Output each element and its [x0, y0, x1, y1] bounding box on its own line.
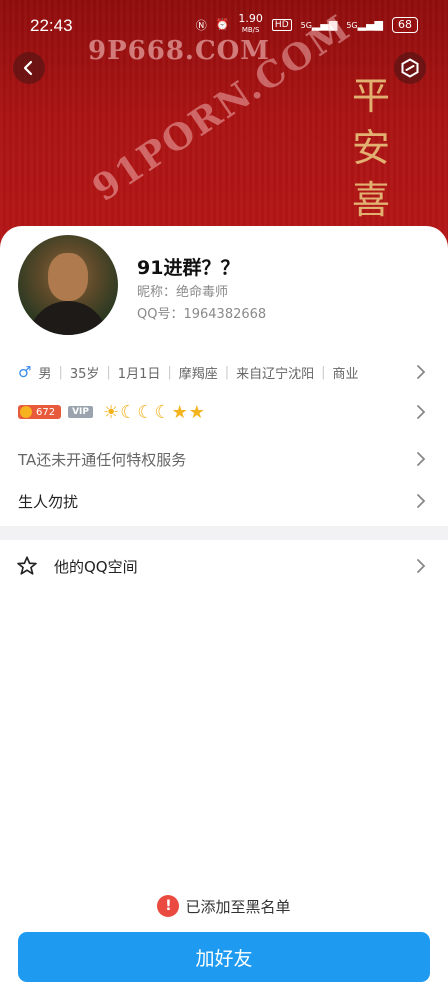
calligraphy-text: 平 安 喜 [352, 70, 396, 226]
separator: | [167, 364, 172, 380]
nfc-icon: Ⓝ [195, 18, 207, 32]
separator: | [224, 364, 230, 380]
more-button[interactable] [394, 52, 426, 84]
qq-value: 1964382668 [183, 307, 267, 322]
signal-icon-2: 5G▂▄▆ [346, 18, 383, 31]
avatar[interactable] [18, 235, 118, 335]
qzone-row[interactable]: 他的QQ空间 [0, 553, 448, 579]
chevron-right-icon [417, 494, 426, 508]
chevron-right-icon [417, 405, 426, 419]
calligraphy-char: 安 [352, 126, 391, 170]
network-speed-value: 1.90 [238, 12, 263, 25]
star-level-icon: ★ [171, 401, 188, 423]
status-time: 22:43 [30, 16, 73, 35]
network-speed-unit: MB/S [241, 26, 260, 34]
nickname-label: 昵称： [137, 285, 177, 300]
alarm-icon: ⏰ [215, 18, 230, 31]
separator: | [321, 364, 326, 380]
coin-count: 672 [36, 406, 56, 418]
profile-qq-number: QQ号：1964382668 [137, 303, 266, 322]
male-icon: ♂ [18, 363, 32, 381]
nickname-value: 绝命毒师 [176, 285, 229, 300]
coin-icon [20, 406, 32, 418]
qzone-label: 他的QQ空间 [54, 557, 138, 576]
chevron-right-icon [417, 559, 426, 573]
basic-info-row[interactable]: ♂ 男 | 35岁 | 1月1日 | 摩羯座 | 来自辽宁沈阳 | 商业 [0, 360, 448, 384]
moon-level-icon: ☾ [137, 401, 154, 423]
hd-badge: HD [271, 18, 292, 31]
hometown-value: 来自辽宁沈阳 [236, 366, 315, 382]
calligraphy-char: 平 [352, 74, 391, 118]
profile-name: 91进群？？ [137, 257, 240, 279]
level-badges-row[interactable]: 672 VIP ☀ ☾ ☾ ☾ ★ ★ [0, 399, 448, 425]
star-level-icon: ★ [188, 401, 205, 423]
vip-badge: VIP [68, 406, 94, 418]
avatar-coat [28, 301, 108, 335]
avatar-face [48, 253, 88, 301]
moon-level-icon: ☾ [120, 401, 137, 423]
profile-card: 91进群？？ 昵称：绝命毒师 QQ号：1964382668 ♂ 男 | 35岁 … [0, 226, 448, 1000]
age-value: 35岁 [69, 366, 100, 382]
status-bar: 22:43 Ⓝ ⏰ 1.90 MB/S HD 5G▂▄▆ 5G▂▄▆ 68 [0, 0, 448, 52]
privilege-text: TA还未开通任何特权服务 [18, 450, 187, 469]
chevron-right-icon [417, 452, 426, 466]
moon-level-icon: ☾ [154, 401, 171, 423]
back-button[interactable] [13, 52, 45, 84]
zodiac-value: 摩羯座 [178, 366, 218, 382]
sun-level-icon: ☀ [103, 401, 120, 423]
warning-icon: ! [157, 895, 180, 917]
blacklist-notice: ! 已添加至黑名单 [0, 895, 448, 917]
occupation-value: 商业 [332, 366, 359, 382]
profile-nickname: 昵称：绝命毒师 [137, 281, 228, 300]
birthday-value: 1月1日 [117, 366, 161, 382]
do-not-disturb-text: 生人勿扰 [18, 492, 79, 511]
section-divider [0, 526, 448, 540]
privilege-row[interactable]: TA还未开通任何特权服务 [0, 446, 448, 472]
star-outline-icon [17, 556, 37, 575]
calligraphy-char: 喜 [352, 178, 391, 222]
network-speed: 1.90 MB/S [238, 12, 263, 35]
blacklist-text: 已添加至黑名单 [185, 897, 291, 916]
separator: | [106, 364, 111, 380]
add-friend-button[interactable]: 加好友 [18, 932, 430, 982]
chevron-right-icon [417, 365, 426, 379]
coin-badge: 672 [18, 405, 62, 419]
battery-icon: 68 [392, 16, 418, 33]
qq-label: QQ号： [137, 307, 184, 322]
separator: | [58, 364, 63, 380]
do-not-disturb-row[interactable]: 生人勿扰 [0, 488, 448, 514]
gender-value: 男 [38, 366, 52, 382]
chevron-left-icon [23, 60, 33, 76]
hexagon-icon [401, 58, 419, 78]
